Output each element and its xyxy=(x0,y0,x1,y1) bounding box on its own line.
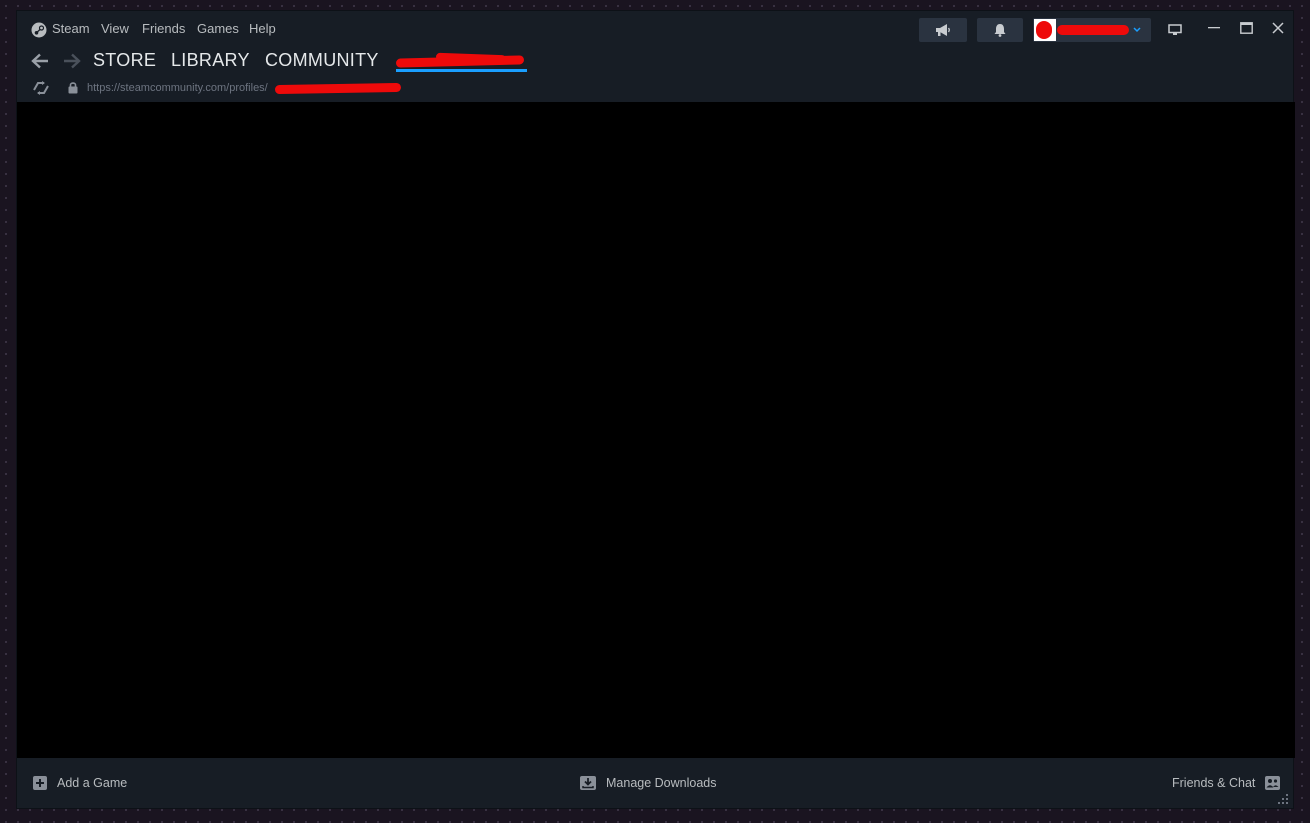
add-game-label: Add a Game xyxy=(57,776,128,790)
close-icon xyxy=(1272,22,1284,34)
account-menu-button[interactable] xyxy=(1033,18,1151,42)
download-icon xyxy=(580,776,596,790)
refresh-icon[interactable] xyxy=(32,81,50,95)
menu-steam[interactable]: Steam xyxy=(52,21,90,36)
friends-chat-label: Friends & Chat xyxy=(1172,776,1256,790)
menu-games[interactable]: Games xyxy=(197,21,239,36)
friends-icon xyxy=(1265,776,1281,790)
lock-icon xyxy=(68,82,78,94)
bell-icon xyxy=(994,24,1006,37)
chevron-down-icon xyxy=(1133,27,1141,33)
tab-library[interactable]: LIBRARY xyxy=(171,50,250,71)
redaction-mark xyxy=(1036,21,1052,39)
maximize-icon xyxy=(1239,22,1253,34)
navigation-bar: STORE LIBRARY COMMUNITY xyxy=(17,47,1293,77)
steam-window: Steam View Friends Games Help STORE LIBR… xyxy=(16,10,1295,809)
notifications-button[interactable] xyxy=(977,18,1023,42)
minimize-button[interactable] xyxy=(1204,19,1224,37)
monitor-icon xyxy=(1168,24,1182,35)
manage-downloads-button[interactable]: Manage Downloads xyxy=(580,776,717,790)
bottom-bar: Add a Game Manage Downloads Friends & Ch… xyxy=(17,758,1293,808)
redaction-mark xyxy=(274,82,402,95)
announcements-button[interactable] xyxy=(919,18,967,42)
manage-downloads-label: Manage Downloads xyxy=(606,776,717,790)
forward-arrow-icon[interactable] xyxy=(63,53,81,69)
plus-square-icon xyxy=(33,776,47,790)
menu-friends[interactable]: Friends xyxy=(142,21,185,36)
avatar xyxy=(1034,19,1056,41)
maximize-button[interactable] xyxy=(1236,19,1256,37)
tab-store[interactable]: STORE xyxy=(93,50,156,71)
menu-view[interactable]: View xyxy=(101,21,129,36)
url-text[interactable]: https://steamcommunity.com/profiles/ xyxy=(87,82,268,94)
web-content-area[interactable] xyxy=(17,102,1295,758)
close-button[interactable] xyxy=(1268,19,1288,37)
steam-logo-icon[interactable] xyxy=(31,22,47,38)
active-tab-indicator xyxy=(396,69,527,72)
tab-community[interactable]: COMMUNITY xyxy=(265,50,379,71)
back-arrow-icon[interactable] xyxy=(31,53,49,69)
redaction-mark xyxy=(1057,25,1129,35)
menubar: Steam View Friends Games Help xyxy=(17,11,1293,47)
menu-help[interactable]: Help xyxy=(249,21,276,36)
resize-grip-icon[interactable] xyxy=(1276,792,1290,806)
url-bar: https://steamcommunity.com/profiles/ xyxy=(17,77,1293,101)
big-picture-button[interactable] xyxy=(1165,21,1185,39)
friends-chat-button[interactable]: Friends & Chat xyxy=(1172,776,1281,790)
megaphone-icon xyxy=(936,24,950,36)
minimize-icon xyxy=(1208,27,1220,29)
add-game-button[interactable]: Add a Game xyxy=(33,776,127,790)
